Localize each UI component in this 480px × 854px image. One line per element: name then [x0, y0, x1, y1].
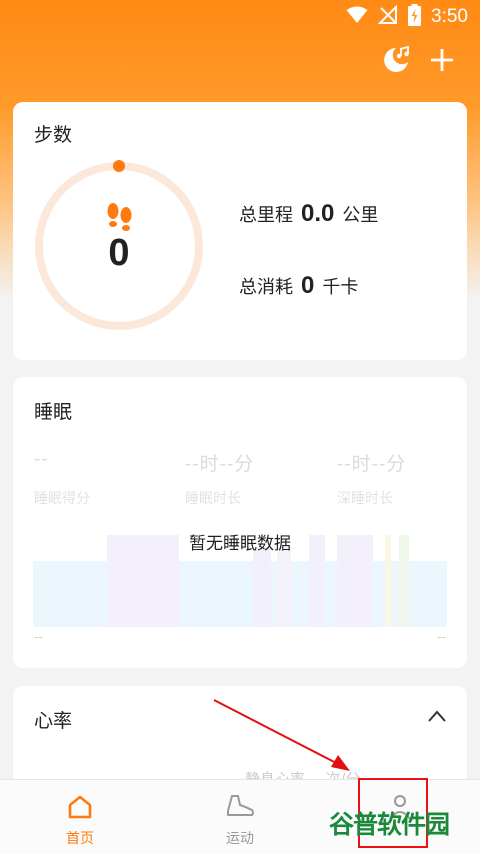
sleep-card-title: 睡眠: [34, 401, 73, 423]
status-time: 3:50: [431, 6, 468, 27]
plus-icon: [431, 49, 453, 71]
step-count: 0: [108, 232, 130, 274]
heart-rate-title: 心率: [34, 710, 73, 732]
total-distance-value: 0.0: [301, 200, 335, 227]
nav-home-label: 首页: [66, 831, 94, 847]
total-distance: 总里程 0.0 公里: [239, 200, 378, 228]
moon-music-icon[interactable]: [380, 44, 412, 76]
steps-card[interactable]: 步数 0 总里程 0.0 公里 总消耗 0 千卡: [13, 102, 467, 360]
battery-charging-icon: [408, 3, 422, 31]
nav-home[interactable]: 首页: [0, 780, 160, 854]
ring-progress-dot: [113, 160, 125, 172]
watermark-text: 谷普软件园: [329, 810, 450, 839]
shoe-icon: [224, 792, 256, 822]
sleep-empty-message: 暂无睡眠数据: [189, 534, 291, 554]
calories-value: 0: [301, 272, 315, 299]
nav-sport-label: 运动: [226, 831, 254, 847]
chevron-up-icon[interactable]: [427, 708, 447, 727]
sleep-duration-label: 睡眠时长: [185, 491, 241, 507]
status-bar: 3:50: [0, 0, 480, 34]
total-distance-unit: 公里: [342, 205, 379, 226]
calories-unit: 千卡: [322, 277, 359, 298]
add-button[interactable]: [426, 44, 458, 76]
home-icon: [67, 792, 93, 822]
calories-label: 总消耗: [239, 277, 293, 298]
nav-sport[interactable]: 运动: [160, 780, 320, 854]
sleep-bar: [277, 547, 291, 627]
sleep-axis-end: --: [437, 630, 446, 644]
wifi-icon: [346, 6, 368, 29]
signal-off-icon: [377, 4, 398, 30]
sleep-card[interactable]: 睡眠 -- --时--分 --时--分 睡眠得分 睡眠时长 深睡时长 暂无睡眠数…: [13, 377, 467, 668]
sleep-score-label: 睡眠得分: [34, 491, 90, 507]
steps-card-title: 步数: [34, 124, 73, 146]
sleep-score-value: --: [34, 449, 49, 470]
deep-sleep-value: --时--分: [337, 454, 407, 475]
total-distance-label: 总里程: [239, 205, 293, 226]
top-actions: [380, 44, 458, 76]
sleep-duration-value: --时--分: [185, 454, 255, 475]
sleep-axis-start: --: [34, 630, 43, 644]
watermark: 谷普软件园: [329, 805, 450, 841]
sleep-bar: [253, 547, 271, 627]
total-calories: 总消耗 0 千卡: [239, 272, 358, 300]
deep-sleep-label: 深睡时长: [337, 491, 393, 507]
